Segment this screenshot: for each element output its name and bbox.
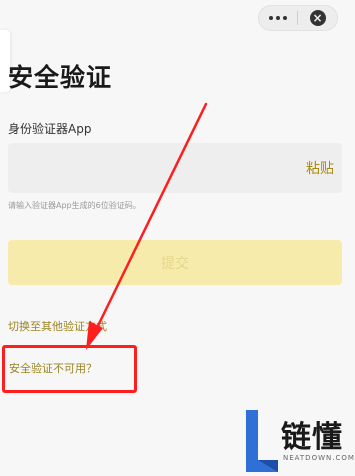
input-hint: 请输入验证器App生成的6位验证码。 xyxy=(8,201,141,210)
paste-button[interactable]: 粘贴 xyxy=(306,158,334,178)
watermark-subtext: NEATDOWN.COM xyxy=(283,454,355,462)
page-title: 安全验证 xyxy=(8,63,113,92)
miniprogram-capsule: × xyxy=(258,5,338,31)
submit-label: 提交 xyxy=(161,255,189,272)
watermark-logo-icon xyxy=(246,410,278,472)
verification-code-input[interactable]: 粘贴 xyxy=(8,143,342,193)
close-circle-icon: × xyxy=(309,10,326,26)
watermark: 链懂 NEATDOWN.COM xyxy=(236,410,355,476)
watermark-text: 链懂 xyxy=(281,420,343,455)
more-dots-icon xyxy=(268,16,287,20)
more-button[interactable] xyxy=(258,5,297,31)
close-button[interactable]: × xyxy=(298,5,337,31)
annotation-highlight-box xyxy=(2,345,137,393)
switch-verification-method-link[interactable]: 切换至其他验证方式 xyxy=(8,318,107,334)
submit-button[interactable]: 提交 xyxy=(8,240,342,285)
authenticator-label: 身份验证器App xyxy=(8,122,92,136)
